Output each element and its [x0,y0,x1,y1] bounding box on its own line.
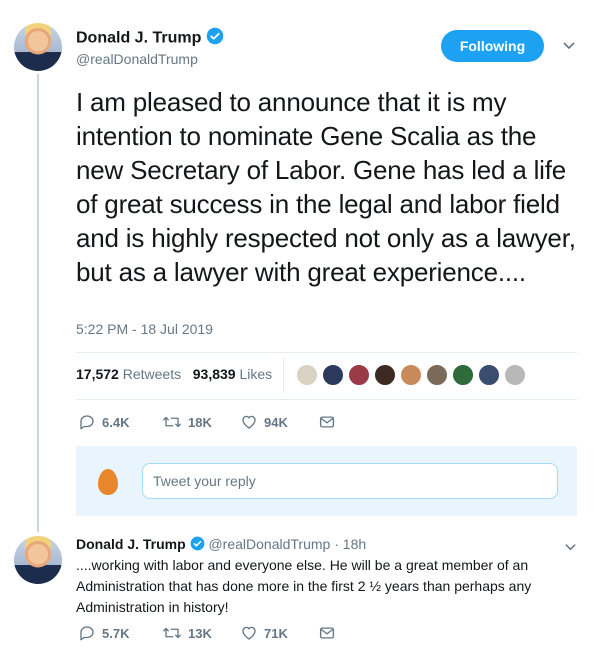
engagement-stats: 17,572 Retweets 93,839 Likes [76,366,272,382]
retweets-count: 17,572 [76,366,119,382]
envelope-icon [319,416,335,428]
liker-avatar[interactable] [374,364,396,386]
likes-count: 93,839 [192,366,236,382]
reply-tweet-text: ....working with labor and everyone else… [76,557,532,615]
envelope-icon [319,627,335,639]
like-count: 94K [264,414,288,430]
reply-icon [80,626,94,641]
verified-badge-icon [206,27,224,50]
reply-action[interactable]: 6.4K [78,413,129,431]
direct-message-action[interactable] [318,624,336,642]
like-action[interactable]: 71K [240,624,288,642]
reply-tweet-header: Donald J. Trump @realDonaldTrump · 18h [76,536,366,554]
reply-author-name[interactable]: Donald J. Trump [76,536,186,552]
tweet-timestamp[interactable]: 5:22 PM - 18 Jul 2019 [76,321,213,337]
reply-composer: Tweet your reply [76,446,577,516]
direct-message-action[interactable] [318,413,336,431]
retweet-icon [163,627,181,639]
retweet-action[interactable]: 13K [162,624,212,642]
liker-avatar[interactable] [348,364,370,386]
heart-icon [242,415,256,429]
reply-time[interactable]: 18h [343,536,366,552]
retweet-count: 18K [188,414,212,430]
retweet-icon [163,416,181,428]
retweets-label: Retweets [122,366,182,382]
avatar[interactable] [14,536,62,584]
user-avatar-egg-icon [98,469,118,495]
chevron-down-icon[interactable] [562,38,576,55]
divider [76,352,577,353]
likes-label: Likes [239,366,273,382]
reply-icon [80,415,94,430]
retweet-count: 13K [188,625,212,641]
tweet-text: I am pleased to announce that it is my i… [76,87,576,287]
author-block: Donald J. Trump [76,27,224,50]
verified-badge-icon [190,536,205,554]
chevron-down-icon[interactable] [564,540,577,556]
author-name[interactable]: Donald J. Trump [76,30,201,47]
reply-count: 6.4K [102,414,130,430]
stats-separator [283,357,284,393]
retweet-action[interactable]: 18K [162,413,212,431]
reply-count: 5.7K [102,625,130,641]
reply-author-handle[interactable]: @realDonaldTrump [208,536,330,552]
liker-avatar[interactable] [322,364,344,386]
likes-stat[interactable]: 93,839 Likes [193,366,272,382]
liker-avatar[interactable] [296,364,318,386]
like-action[interactable]: 94K [240,413,288,431]
dot-separator: · [334,536,339,552]
following-button[interactable]: Following [441,30,544,62]
heart-icon [242,626,256,640]
liker-avatar[interactable] [400,364,422,386]
reply-action[interactable]: 5.7K [78,624,129,642]
liker-avatar[interactable] [426,364,448,386]
reply-input[interactable]: Tweet your reply [142,463,558,499]
thread-line [37,74,39,532]
avatar[interactable] [14,23,62,71]
liker-avatar[interactable] [452,364,474,386]
retweets-stat[interactable]: 17,572 Retweets [76,366,181,382]
like-count: 71K [264,625,288,641]
liker-avatar[interactable] [504,364,526,386]
liker-avatar[interactable] [478,364,500,386]
author-handle[interactable]: @realDonaldTrump [76,51,198,67]
divider [76,399,577,400]
